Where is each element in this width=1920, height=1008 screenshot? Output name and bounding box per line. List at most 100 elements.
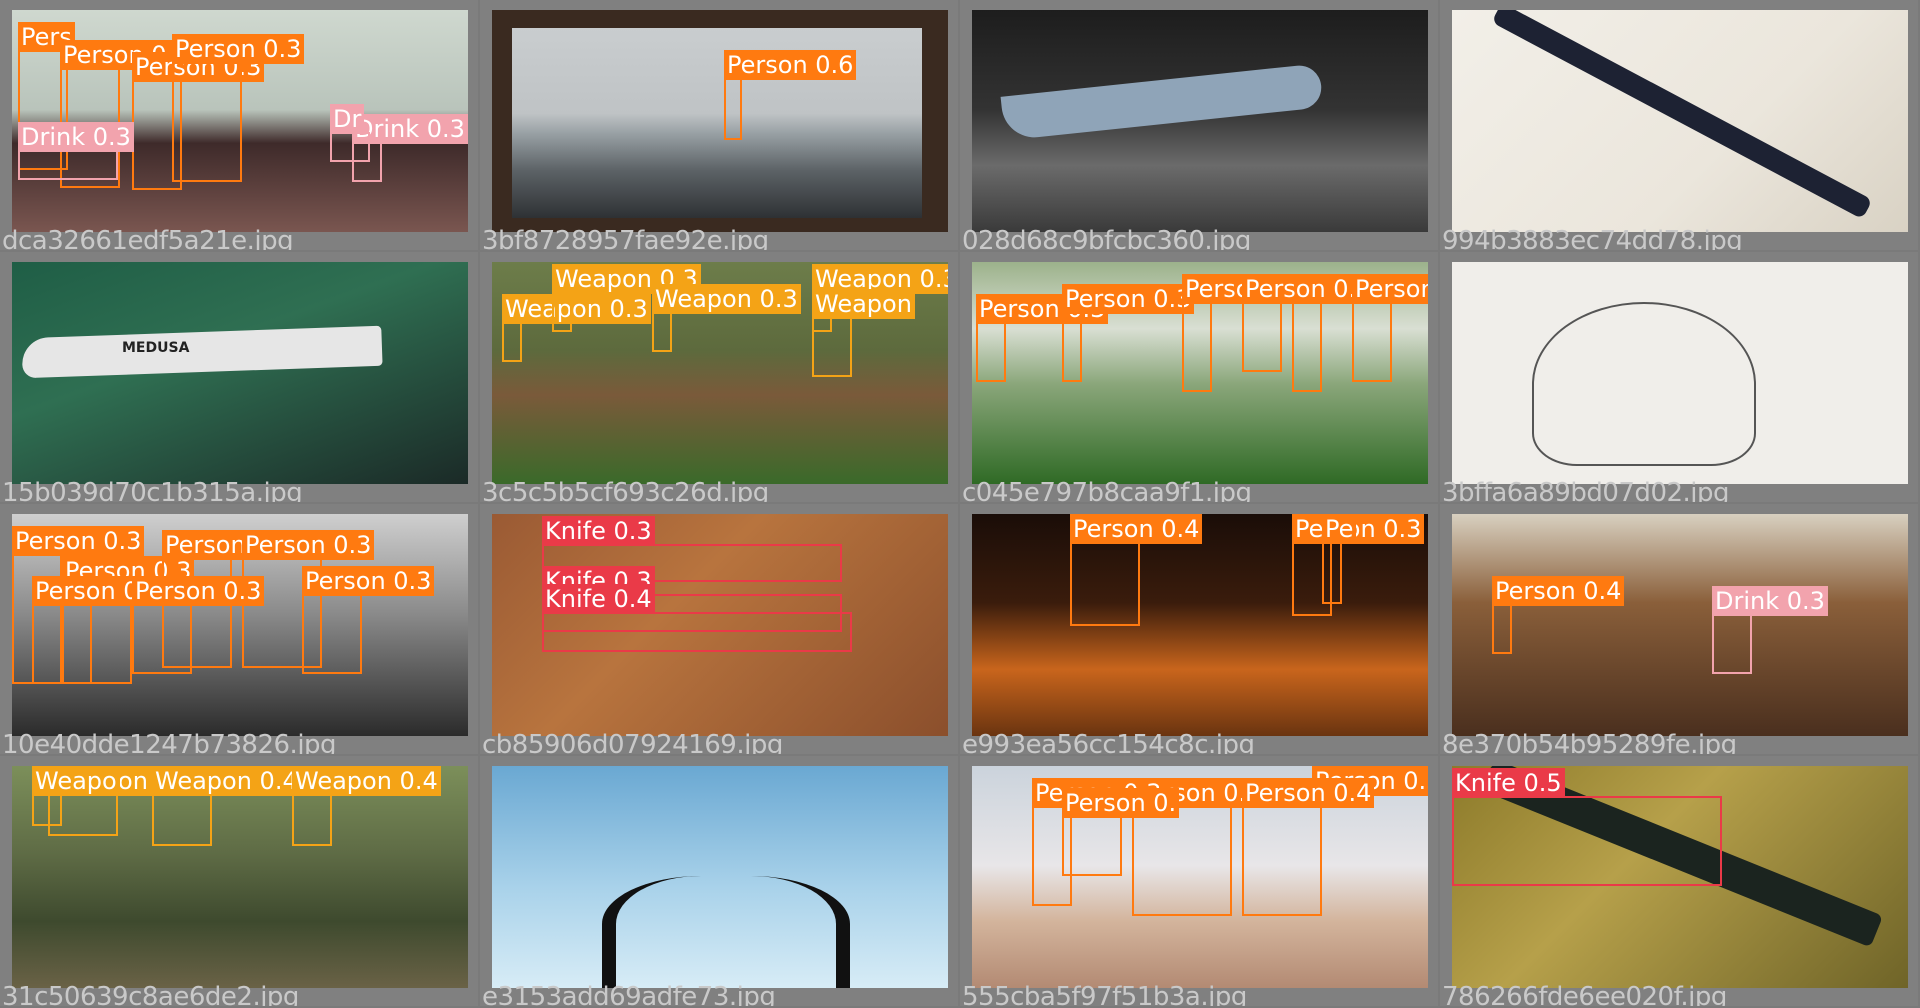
tile-photo: MEDUSA — [12, 262, 468, 484]
file-name: dca32661edf5a21e.jpg — [2, 226, 294, 250]
image-tile: 3bffa6a89bd07d02.jpg — [1440, 252, 1918, 502]
tile-photo: Weapon 0.3 Weapon 0.4 Weapon 0.4 Weapo — [12, 766, 468, 988]
detection-label: Weapo — [32, 766, 120, 796]
detection-box-person — [1492, 604, 1512, 654]
detection-label: Person 0.3 — [302, 566, 435, 596]
model-shape — [1491, 10, 1873, 220]
detection-label: Weapon 0.3 — [502, 294, 651, 324]
detection-box-person — [1292, 302, 1322, 392]
detection-label: Weapon 0.4 — [292, 766, 441, 796]
detection-box-person — [1132, 806, 1232, 916]
detection-box-weapon — [652, 312, 672, 352]
detection-box-person — [32, 604, 92, 684]
detection-box-person — [1242, 806, 1322, 916]
tile-photo — [1452, 262, 1908, 484]
image-tile: Person 0.4 Person 0.3 Pe e993ea56cc154c8c.j… — [960, 504, 1438, 754]
hands-silhouette — [602, 876, 850, 988]
detection-box-drink — [330, 132, 370, 162]
file-name: 028d68c9bfcbc360.jpg — [962, 226, 1251, 250]
detection-box-person — [1242, 302, 1282, 372]
image-tile: Person 0.3Person 0.3Person 0.3Person 0.3… — [960, 252, 1438, 502]
detection-label: Knife 0.5 — [1452, 768, 1565, 798]
tile-photo: Person 0.6 — [492, 10, 948, 232]
tile-photo — [492, 766, 948, 988]
detection-label: Weapon 0.3 — [652, 284, 801, 314]
detection-box-weapon — [812, 317, 852, 377]
knife-shape — [21, 325, 383, 379]
file-name: 10e40dde1247b73826.jpg — [2, 730, 337, 754]
detection-label: Person 0.3 — [132, 576, 265, 606]
detection-box-weapon — [552, 292, 572, 332]
file-name: e3153add69adfe73.jpg — [482, 982, 776, 1006]
tile-photo: Pers Person 0.3 Person 0.3 Person 0.3 Drink … — [12, 10, 468, 232]
tile-photo: Person 0.5Person 0.3Person 0.4Person 0.3… — [972, 766, 1428, 988]
detection-box-person — [1322, 534, 1342, 604]
detection-label: Person 0.3 — [242, 530, 375, 560]
detection-label: Person 0.4 — [1070, 514, 1203, 544]
detection-box-drink — [1712, 614, 1752, 674]
detection-label: Knife 0.3 — [542, 516, 655, 546]
detection-box-knife — [1452, 796, 1722, 886]
framed-photo — [512, 28, 922, 218]
tile-photo — [1452, 10, 1908, 232]
detection-label: Person 0.6 — [724, 50, 857, 80]
file-name: 31c50639c8ae6de2.jpg — [2, 982, 299, 1006]
detection-box-person — [724, 78, 742, 140]
detection-box-person — [1352, 302, 1392, 382]
file-name: 3bffa6a89bd07d02.jpg — [1442, 478, 1730, 502]
image-tile: Person 0.3 Person 0.3 Person 0.3 Person 0.3… — [0, 504, 478, 754]
image-tile: 994b3883ec74dd78.jpg — [1440, 0, 1918, 250]
detection-box-person — [976, 322, 1006, 382]
detection-label: Person 0.4 — [1242, 778, 1375, 808]
file-name: e993ea56cc154c8c.jpg — [962, 730, 1255, 754]
file-name: 555cba5f97f51b3a.jpg — [962, 982, 1247, 1006]
detection-box-weapon — [502, 322, 522, 362]
file-name: 3bf8728957fae92e.jpg — [482, 226, 769, 250]
file-name: 3c5c5b5cf693c26d.jpg — [482, 478, 769, 502]
image-tile: Person 0.4 Drink 0.3 8e370b54b95289fe.jpg — [1440, 504, 1918, 754]
detection-grid: Pers Person 0.3 Person 0.3 Person 0.3 Drink … — [0, 0, 1920, 1008]
file-name: 8e370b54b95289fe.jpg — [1442, 730, 1737, 754]
detection-label: Pe — [1322, 514, 1357, 544]
tile-photo: Weapon 0.3 Weapon 0.3 Weapon 0.3 Weapon 0.3… — [492, 262, 948, 484]
detection-box-person — [132, 604, 192, 674]
detection-label: Knife 0.4 — [542, 584, 655, 614]
detection-label: Person 0.3 — [1062, 284, 1195, 314]
file-name: 786266fde6ee020f.jpg — [1442, 982, 1727, 1006]
detection-label: Drink 0.3 — [18, 122, 134, 152]
image-tile: Weapon 0.3 Weapon 0.3 Weapon 0.3 Weapon 0.3… — [480, 252, 958, 502]
detection-box-person — [1062, 312, 1082, 382]
file-name: 15b039d70c1b315a.jpg — [2, 478, 303, 502]
image-tile: Knife 0.3 Knife 0.3 Knife 0.4 cb85906d07924… — [480, 504, 958, 754]
file-name: c045e797b8caa9f1.jpg — [962, 478, 1252, 502]
knife-shape — [1000, 63, 1324, 141]
tile-photo: Person 0.4 Drink 0.3 — [1452, 514, 1908, 736]
detection-box-drink — [18, 150, 118, 180]
overlay-text: MEDUSA — [122, 340, 190, 356]
detection-label: Person 0.4 — [1492, 576, 1625, 606]
tile-photo: Person 0.3 Person 0.3 Person 0.3 Person 0.3… — [12, 514, 468, 736]
image-tile: Person 0.6 3bf8728957fae92e.jpg — [480, 0, 958, 250]
detection-label: Person 0.3 — [172, 34, 305, 64]
detection-label: Person 0.3 — [1292, 514, 1425, 544]
tile-photo: Person 0.4 Person 0.3 Pe — [972, 514, 1428, 736]
image-tile: Knife 0.5 786266fde6ee020f.jpg — [1440, 756, 1918, 1006]
tile-photo: Knife 0.5 — [1452, 766, 1908, 988]
detection-label: Person 0.4 — [1352, 274, 1428, 304]
detection-label: Dr — [330, 104, 365, 134]
image-tile: 028d68c9bfcbc360.jpg — [960, 0, 1438, 250]
detection-label: Drink 0.3 — [1712, 586, 1828, 616]
detection-label: Person 0. — [1062, 788, 1180, 818]
detection-label: Person 0.3 — [12, 526, 145, 556]
tile-photo: Knife 0.3 Knife 0.3 Knife 0.4 — [492, 514, 948, 736]
image-tile: Pers Person 0.3 Person 0.3 Person 0.3 Drink … — [0, 0, 478, 250]
detection-label: Weapon 0.4 — [152, 766, 301, 796]
file-name: cb85906d07924169.jpg — [482, 730, 783, 754]
cartoon-figure — [1532, 302, 1756, 466]
detection-box-person — [1062, 816, 1122, 876]
detection-label: Weapon — [812, 289, 915, 319]
tile-photo: Person 0.3Person 0.3Person 0.3Person 0.3… — [972, 262, 1428, 484]
detection-box-person — [172, 62, 242, 182]
detection-box-person — [1182, 302, 1212, 392]
image-tile: MEDUSA 15b039d70c1b315a.jpg — [0, 252, 478, 502]
